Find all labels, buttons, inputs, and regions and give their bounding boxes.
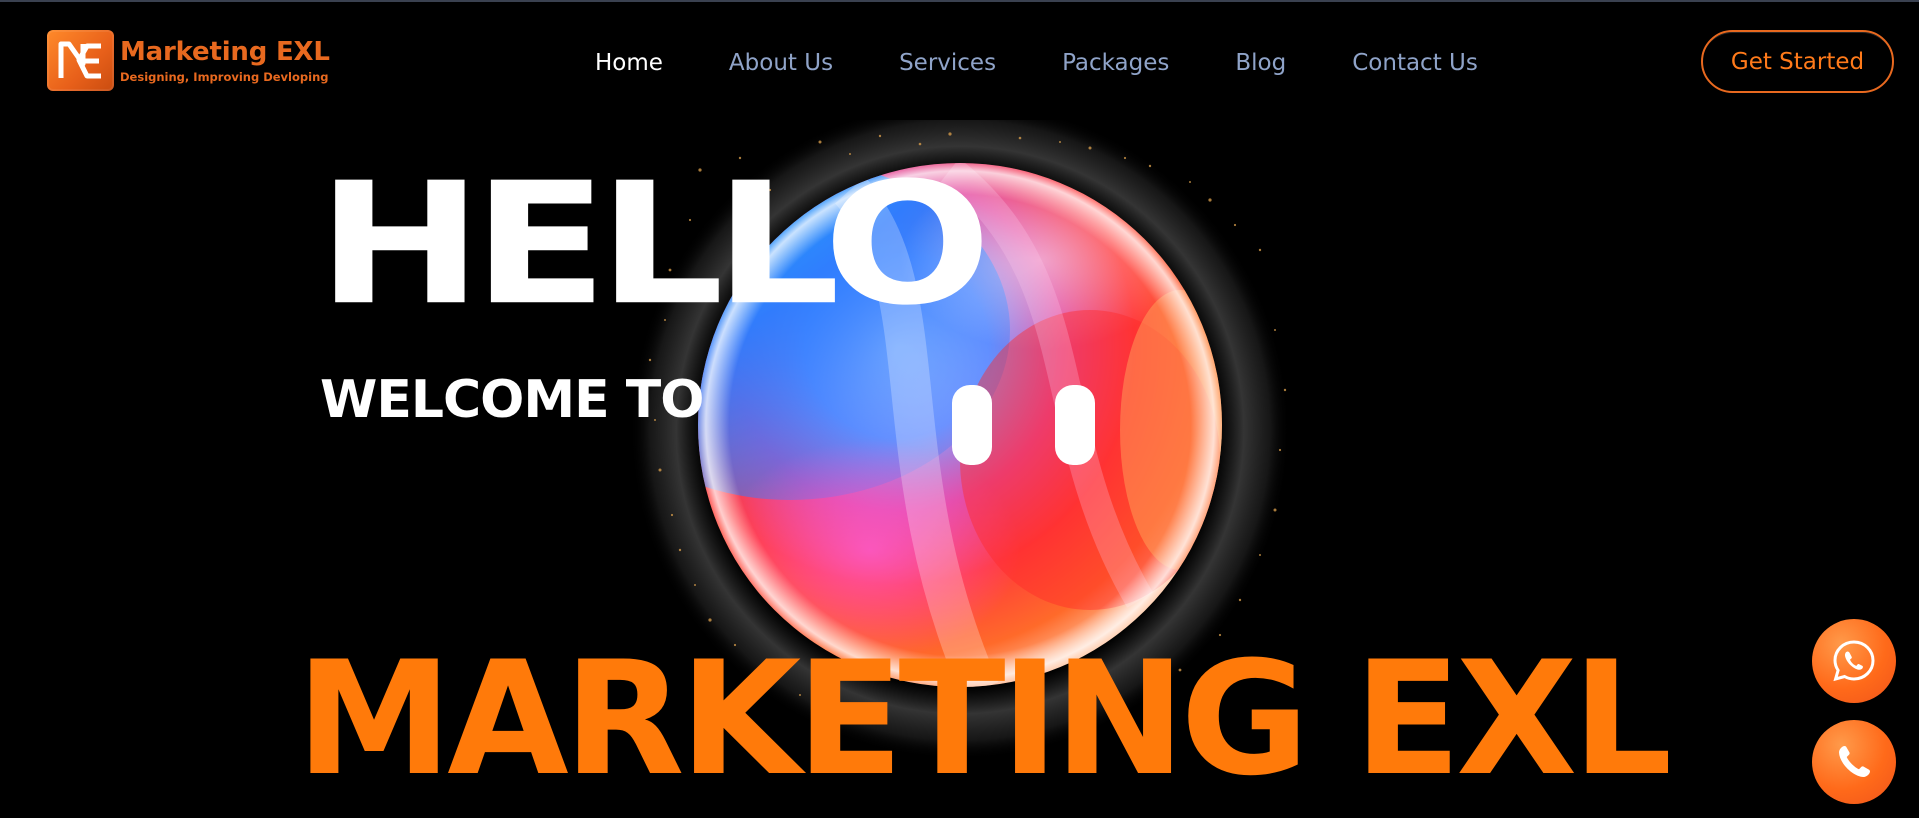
logo-mark-icon (47, 30, 114, 91)
hero-hello-heading: HELLO (317, 145, 992, 343)
logo-text: Marketing EXL Designing, Improving Devlo… (120, 37, 330, 84)
top-border (0, 0, 1919, 2)
nav-blog[interactable]: Blog (1235, 47, 1286, 79)
page: Marketing EXL Designing, Improving Devlo… (0, 0, 1919, 818)
nav-packages[interactable]: Packages (1062, 47, 1169, 79)
phone-button[interactable] (1812, 720, 1896, 804)
logo[interactable]: Marketing EXL Designing, Improving Devlo… (47, 30, 330, 91)
nav-home[interactable]: Home (595, 47, 663, 79)
hero-welcome-text: WELCOME TO (320, 370, 704, 430)
phone-icon (1839, 746, 1870, 777)
whatsapp-icon (1833, 640, 1875, 682)
whatsapp-button[interactable] (1812, 619, 1896, 703)
nav-services[interactable]: Services (899, 47, 996, 79)
get-started-button[interactable]: Get Started (1701, 30, 1894, 93)
logo-tagline: Designing, Improving Devloping (120, 70, 329, 84)
nav-contact-us[interactable]: Contact Us (1352, 47, 1478, 79)
hero-brand-heading: MARKETING EXL (296, 628, 1672, 811)
logo-title: Marketing EXL (120, 37, 330, 67)
main-nav: Home About Us Services Packages Blog Con… (595, 47, 1478, 79)
nav-about-us[interactable]: About Us (729, 47, 833, 79)
